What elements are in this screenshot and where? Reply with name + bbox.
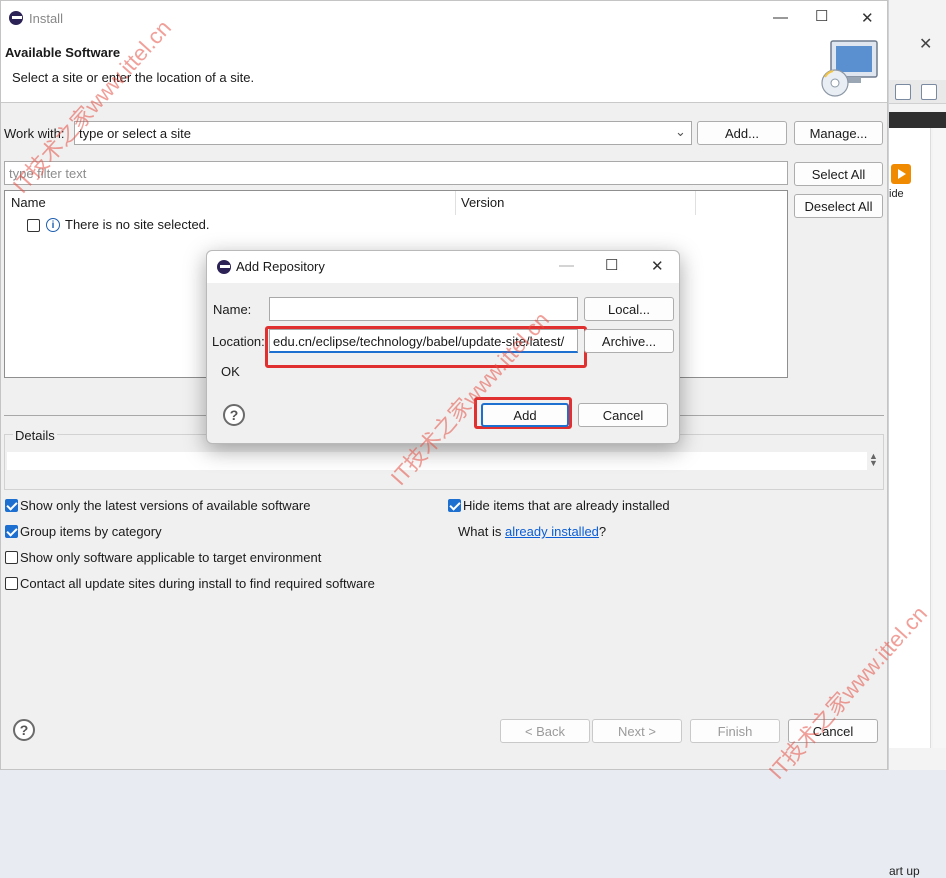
column-header-name[interactable]: Name [11,195,46,210]
play-icon[interactable] [891,164,911,184]
window-title: Install [29,11,63,26]
help-icon[interactable]: ? [223,404,245,426]
target-environment-label: Show only software applicable to target … [20,550,322,565]
latest-versions-label: Show only the latest versions of availab… [20,498,311,513]
chevron-down-icon[interactable]: ⌄ [675,124,686,140]
add-button[interactable]: Add [481,403,569,427]
work-with-label: Work with: [4,126,65,141]
install-software-icon [821,40,878,97]
deselect-all-button[interactable]: Deselect All [794,194,883,218]
close-icon[interactable]: ✕ [861,9,874,27]
modal-title: Add Repository [236,259,325,274]
background-eclipse-window: ✕ ide art up [888,0,946,878]
details-label: Details [13,428,57,443]
contact-update-sites-label: Contact all update sites during install … [20,576,375,591]
column-divider [455,191,456,215]
hide-installed-checkbox[interactable] [448,499,461,512]
back-button[interactable]: < Back [500,719,590,743]
archive-button[interactable]: Archive... [584,329,674,353]
local-button[interactable]: Local... [584,297,674,321]
scrollbar[interactable] [933,128,946,748]
add-site-button[interactable]: Add... [697,121,787,145]
page-title: Available Software [5,45,121,60]
table-row[interactable]: i There is no site selected. [5,213,787,237]
help-icon[interactable]: ? [13,719,35,741]
name-label: Name: [213,302,252,317]
row-name: There is no site selected. [65,217,210,232]
work-with-combo[interactable]: type or select a site ⌄ [74,121,692,145]
page-subtitle: Select a site or enter the location of a… [12,70,255,85]
minimize-icon[interactable]: — [773,9,788,26]
column-divider [695,191,696,215]
info-icon: i [46,218,60,232]
maximize-icon[interactable]: ☐ [815,7,828,25]
next-button[interactable]: Next > [592,719,682,743]
filter-placeholder: type filter text [9,166,87,181]
latest-versions-checkbox[interactable] [5,499,18,512]
status-message: OK [221,364,240,379]
maximize-icon[interactable]: ☐ [605,256,618,274]
group-by-category-label: Group items by category [20,524,162,539]
title-bar: Install — ☐ ✕ [1,1,887,35]
cancel-button[interactable]: Cancel [788,719,878,743]
close-icon[interactable]: ✕ [651,257,664,275]
hide-installed-label: Hide items that are already installed [463,498,670,513]
details-text [7,452,867,470]
welcome-view: ide art up [889,128,931,878]
select-all-button[interactable]: Select All [794,162,883,186]
finish-button[interactable]: Finish [690,719,780,743]
add-repository-dialog: Add Repository — ☐ ✕ Name: Local... Loca… [206,250,680,444]
perspective-icon[interactable] [895,84,911,100]
close-icon[interactable]: ✕ [919,34,932,54]
eclipse-icon [217,260,231,274]
start-up-label: art up [889,864,920,878]
group-by-category-checkbox[interactable] [5,525,18,538]
wizard-header: Available Software Select a site or ente… [1,35,887,103]
java-perspective-icon[interactable] [921,84,937,100]
row-checkbox[interactable] [27,219,40,232]
scroll-arrows-icon[interactable]: ▲ ▼ [869,452,878,468]
modal-title-bar: Add Repository — ☐ ✕ [207,251,679,283]
work-with-value: type or select a site [79,126,191,141]
filter-input[interactable]: type filter text [4,161,788,185]
minimize-icon[interactable]: — [559,257,574,274]
cancel-button[interactable]: Cancel [578,403,668,427]
contact-update-sites-checkbox[interactable] [5,577,18,590]
manage-sites-button[interactable]: Manage... [794,121,883,145]
ide-label: ide [889,188,904,200]
background-view-tab [889,112,946,128]
eclipse-icon [9,11,23,25]
column-header-version[interactable]: Version [461,195,504,210]
what-is-installed-text: What is already installed? [458,524,607,539]
name-input[interactable] [269,297,578,321]
already-installed-link[interactable]: already installed [505,524,599,539]
location-label: Location: [212,334,265,349]
background-toolbar [889,80,946,104]
target-environment-checkbox[interactable] [5,551,18,564]
highlight-box [265,326,587,368]
